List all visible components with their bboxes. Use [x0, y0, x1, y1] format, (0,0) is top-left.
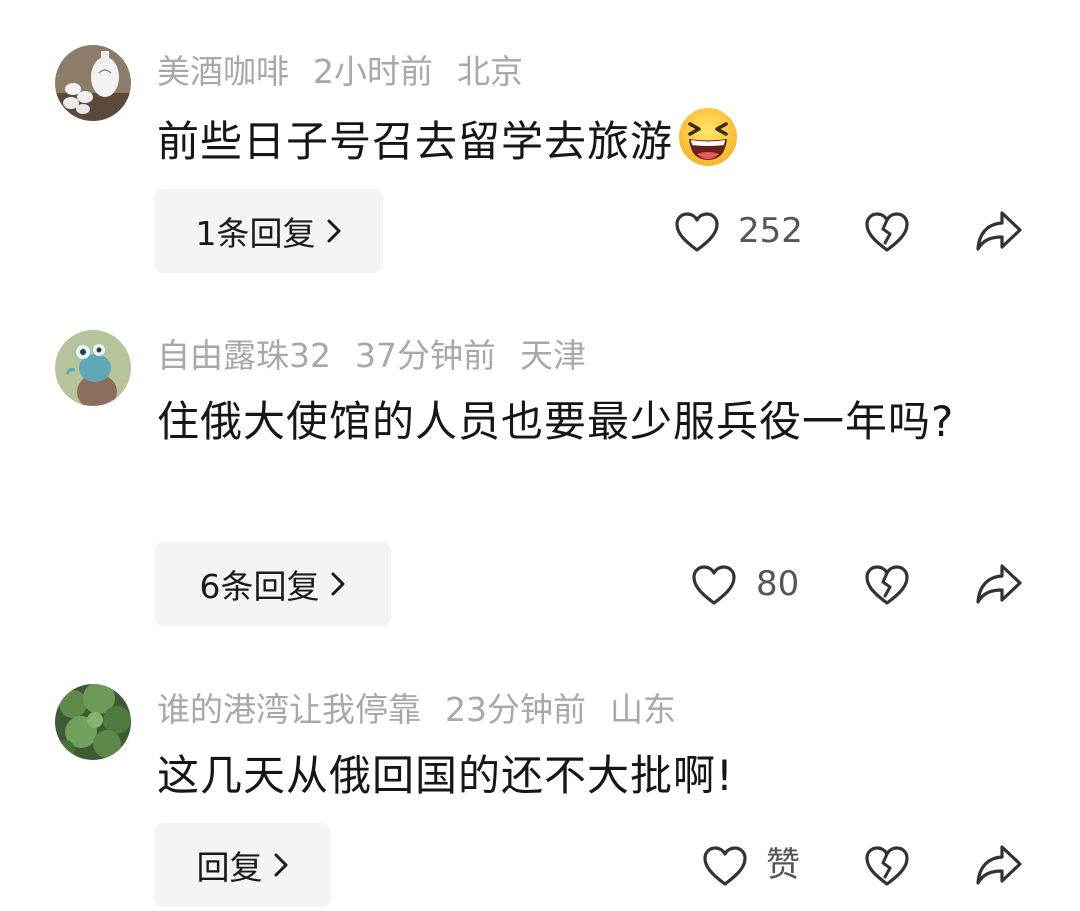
username[interactable]: 自由露珠32 — [157, 336, 331, 375]
comment-meta: 谁的港湾让我停靠 23分钟前 山东 — [157, 693, 700, 726]
location: 天津 — [520, 336, 586, 375]
chevron-right-icon — [327, 219, 340, 243]
location: 山东 — [610, 690, 676, 729]
chevron-right-icon — [331, 572, 344, 596]
heart-outline-icon[interactable] — [702, 845, 748, 887]
comment-text: 前些日子号召去留学去旅游 — [157, 106, 1007, 172]
location: 北京 — [457, 52, 523, 91]
heart-outline-icon[interactable] — [691, 564, 737, 606]
comment-meta: 自由露珠32 37分钟前 天津 — [157, 339, 610, 372]
like-count: 252 — [738, 211, 803, 251]
reply-label: 回复 — [196, 848, 263, 887]
broken-heart-icon[interactable] — [864, 211, 910, 253]
timestamp: 2小时前 — [313, 52, 433, 91]
timestamp: 37分钟前 — [355, 336, 496, 375]
comment-text: 住俄大使馆的人员也要最少服兵役一年吗? — [157, 397, 955, 446]
grinning-squinting-face-icon — [679, 108, 738, 166]
like-label: 赞 — [766, 845, 800, 885]
share-arrow-icon[interactable] — [975, 843, 1023, 887]
broken-heart-icon[interactable] — [864, 845, 910, 887]
view-replies-button[interactable]: 6条回复 — [154, 542, 391, 626]
reply-count-label: 1条回复 — [195, 214, 316, 253]
heart-outline-icon[interactable] — [674, 211, 720, 253]
share-arrow-icon[interactable] — [975, 209, 1023, 253]
view-replies-button[interactable]: 1条回复 — [154, 189, 383, 273]
username[interactable]: 美酒咖啡 — [157, 52, 289, 91]
broken-heart-icon[interactable] — [864, 564, 910, 606]
reply-count-label: 6条回复 — [199, 567, 320, 606]
comment-meta: 美酒咖啡 2小时前 北京 — [157, 55, 547, 88]
chevron-right-icon — [274, 853, 287, 877]
avatar[interactable] — [55, 330, 131, 406]
comment-body: 前些日子号召去留学去旅游 — [157, 117, 674, 166]
avatar[interactable] — [55, 684, 131, 760]
timestamp: 23分钟前 — [445, 690, 586, 729]
avatar[interactable] — [55, 45, 131, 121]
reply-button[interactable]: 回复 — [154, 823, 331, 907]
share-arrow-icon[interactable] — [975, 562, 1023, 606]
like-count: 80 — [756, 564, 800, 604]
comment-text: 这几天从俄回国的还不大批啊! — [157, 751, 734, 800]
username[interactable]: 谁的港湾让我停靠 — [157, 690, 421, 729]
